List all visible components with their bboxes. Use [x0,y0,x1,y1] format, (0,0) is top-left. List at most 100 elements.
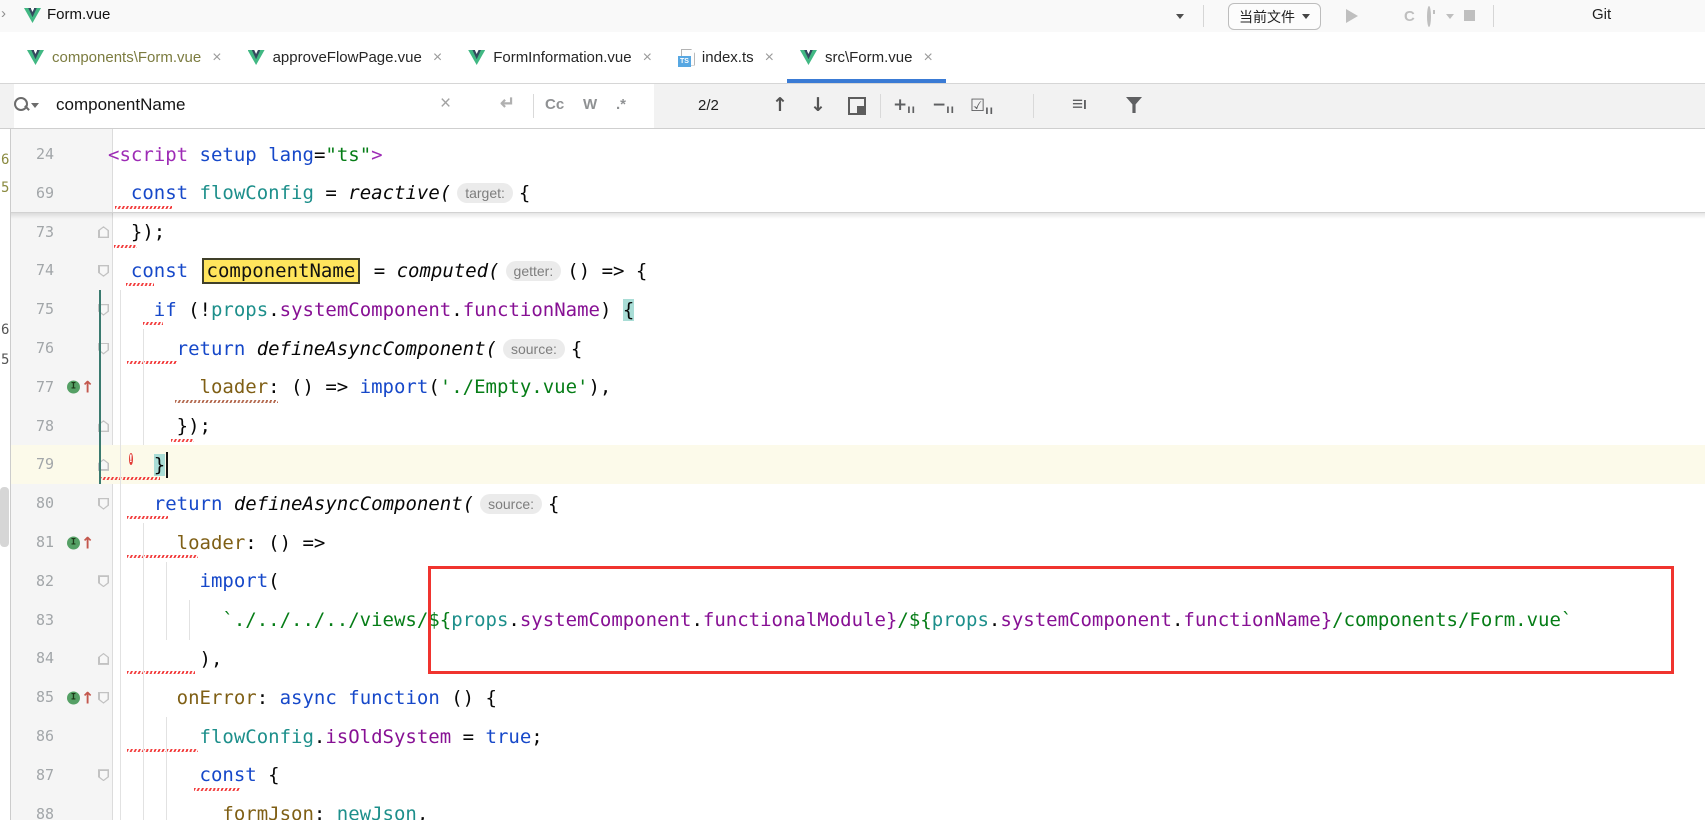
code-line-81[interactable]: 81I↑ loader: () => [11,523,1705,562]
add-selection-icon[interactable]: +II [893,95,916,116]
warning-squiggle [171,439,194,442]
scrollbar-thumb[interactable] [0,487,9,547]
warning-squiggle [127,361,177,364]
indent-guide [189,600,190,640]
code-line-79[interactable]: 79! } [11,445,1705,484]
code-line-88[interactable]: 88 formJson: newJson, [11,795,1705,820]
search-query-text[interactable]: componentName [56,95,185,115]
code-line-76[interactable]: 76 return defineAsyncComponent(source:{ [11,329,1705,368]
newline-icon[interactable]: ↵ [500,93,515,114]
search-divider [1033,94,1034,118]
run-button[interactable] [1346,9,1358,23]
coverage-button[interactable]: C [1404,9,1415,24]
line-number: 75 [14,290,54,329]
filter-icon[interactable] [1126,97,1142,113]
remove-selection-icon[interactable]: −II [932,95,955,116]
line-number: 85 [14,678,54,717]
tab-index.ts[interactable]: TSindex.ts× [665,32,787,83]
close-icon[interactable]: × [433,49,442,67]
implementation-marker-icon[interactable]: I↑ [67,688,94,707]
implementation-marker-icon[interactable]: I↑ [67,533,94,552]
code-text[interactable]: const componentName = computed(getter:()… [108,251,647,290]
stop-button[interactable] [1464,10,1475,21]
warning-squiggle [127,555,198,558]
match-case-toggle[interactable]: Cc [545,96,564,113]
code-text[interactable]: }); [108,407,211,446]
code-line-75[interactable]: 75 if (!props.systemComponent.functionNa… [11,290,1705,329]
search-icon[interactable] [14,97,40,115]
line-number: 88 [14,795,54,820]
code-line-86[interactable]: 86 flowConfig.isOldSystem = true; [11,717,1705,756]
code-text[interactable]: formJson: newJson, [108,795,428,820]
code-line-77[interactable]: 77I↑ loader: () => import('./Empty.vue')… [11,368,1705,407]
code-line-74[interactable]: 74 const componentName = computed(getter… [11,251,1705,290]
tab-label: src\Form.vue [825,49,913,66]
clipped-text-fragment: 6 [1,322,9,338]
open-in-find-window-icon[interactable] [848,97,866,115]
chevron-down-icon[interactable] [1176,14,1184,19]
warning-squiggle [194,788,240,791]
editor-tab-bar: components\Form.vue×approveFlowPage.vue×… [0,32,1705,84]
code-text[interactable]: onError: async function () { [108,678,497,717]
warning-squiggle [127,516,168,519]
indent-guide [166,562,167,640]
chevron-down-icon [1302,14,1310,19]
run-configuration-dropdown[interactable]: 当前文件 [1228,3,1321,30]
window-title: Form.vue [47,6,110,23]
implementation-marker-icon[interactable]: I↑ [67,378,94,397]
typescript-file-icon: TS [678,49,694,67]
close-icon[interactable]: × [923,49,932,67]
clear-search-icon[interactable]: × [440,93,451,115]
line-number: 87 [14,756,54,795]
previous-occurrence-button[interactable]: ↑ [772,94,788,116]
line-number: 78 [14,407,54,446]
line-number: 77 [14,368,54,407]
warning-squiggle [127,749,198,752]
clipped-text-fragment: 6 [1,152,9,168]
filter-lines-icon[interactable]: ≡I [1072,94,1087,116]
code-line-87[interactable]: 87 const { [11,756,1705,795]
warning-squiggle [114,245,137,248]
chevron-down-icon[interactable] [1446,14,1454,19]
tab-approveFlowPage.vue[interactable]: approveFlowPage.vue× [235,32,456,83]
vue-file-icon [800,50,817,65]
code-editor[interactable]: 24 <script setup lang="ts">69 const flowC… [0,129,1705,820]
text-caret [166,452,168,478]
indent-guide [166,717,167,820]
close-icon[interactable]: × [765,49,774,67]
select-all-occurrences-icon[interactable]: ☑II [970,96,994,117]
tab-components-Form.vue[interactable]: components\Form.vue× [14,32,235,83]
code-text[interactable]: return defineAsyncComponent(source:{ [108,484,559,523]
left-panel-edge: 6565 [0,129,11,820]
git-menu[interactable]: Git [1592,6,1611,23]
tab-label: FormInformation.vue [493,49,631,66]
whole-words-toggle[interactable]: W [583,96,597,113]
line-number: 79 [14,445,54,484]
warning-squiggle [143,322,164,325]
code-line-69[interactable]: 69 const flowConfig = reactive(target:{ [11,174,1705,213]
next-occurrence-button[interactable]: ↓ [810,94,826,116]
line-number: 24 [14,135,54,174]
code-line-78[interactable]: 78 }); [11,407,1705,446]
code-text[interactable]: import( [108,562,280,601]
tab-src-Form.vue[interactable]: src\Form.vue × [787,32,946,83]
close-icon[interactable]: × [643,49,652,67]
line-number: 69 [14,174,54,213]
regex-toggle[interactable]: .* [616,96,626,113]
code-text[interactable]: if (!props.systemComponent.functionName)… [108,290,634,329]
code-text[interactable]: <script setup lang="ts"> [108,135,383,174]
user-icon[interactable] [1156,6,1172,25]
close-icon[interactable]: × [212,49,221,67]
indent-guide [143,329,144,445]
tab-FormInformation.vue[interactable]: FormInformation.vue × [455,32,665,83]
code-line-80[interactable]: 80 return defineAsyncComponent(source:{ [11,484,1705,523]
code-text[interactable]: return defineAsyncComponent(source:{ [108,329,582,368]
line-number: 84 [14,639,54,678]
warning-squiggle [127,671,196,674]
line-number: 76 [14,329,54,368]
code-line-24[interactable]: 24 <script setup lang="ts"> [11,135,1705,174]
ide-window: › Form.vue 当前文件 C Git components\Form.vu… [0,0,1705,820]
code-line-85[interactable]: 85 I↑ onError: async function () { [11,678,1705,717]
profiler-button[interactable] [1427,6,1431,27]
vue-file-icon [248,50,265,65]
